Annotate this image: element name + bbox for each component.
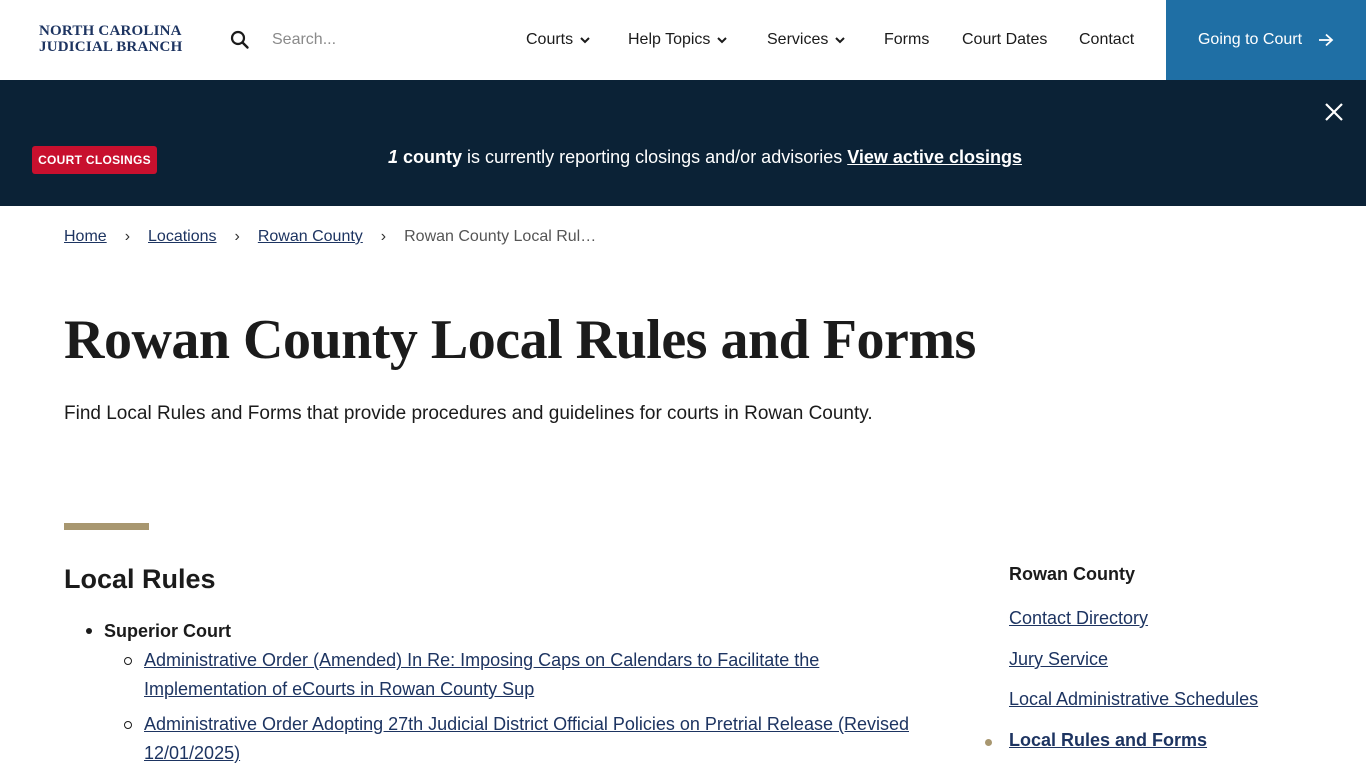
court-closings-banner [0,80,1366,206]
sidebar-item-jury-service[interactable]: Jury Service [1009,649,1108,670]
arrow-right-icon [1319,33,1334,47]
chevron-down-icon [717,37,728,44]
nav-contact-label: Contact [1079,31,1135,48]
section-divider [64,523,149,530]
alert-message-text: is currently reporting closings and/or a… [462,147,848,167]
going-to-court-button[interactable]: Going to Court [1166,0,1366,80]
breadcrumb-county[interactable]: Rowan County [258,228,363,246]
rule-document-link[interactable]: Administrative Order (Amended) In Re: Im… [144,650,819,699]
breadcrumb-home[interactable]: Home [64,228,107,246]
breadcrumb-separator-icon: › [124,228,131,245]
page-title: Rowan County Local Rules and Forms [64,309,976,371]
page-intro: Find Local Rules and Forms that provide … [64,403,873,424]
list-item: Administrative Order (Amended) In Re: Im… [124,646,914,704]
logo-line-1: NORTH CAROLINA [39,23,182,39]
breadcrumb-separator-icon: › [234,228,240,245]
sidebar-title: Rowan County [1009,564,1135,584]
nav-contact[interactable]: Contact [1079,28,1134,52]
site-logo[interactable]: NORTH CAROLINA JUDICIAL BRANCH [39,23,189,55]
sidebar-item-local-rules-and-forms[interactable]: Local Rules and Forms [1009,730,1207,751]
search-icon[interactable] [230,30,250,50]
list-item-group: Superior Court [64,618,914,644]
site-header: NORTH CAROLINA JUDICIAL BRANCH Courts He… [0,0,1366,80]
close-icon[interactable] [1322,100,1346,124]
alert-count: 1 [388,147,399,167]
nav-services-label: Services [767,31,829,48]
nav-forms-label: Forms [884,31,930,48]
view-active-closings-link[interactable]: View active closings [847,147,1022,167]
alert-count-unit: county [403,147,463,167]
nav-courts-label: Courts [526,31,574,48]
logo-line-2: JUDICIAL BRANCH [39,39,183,55]
group-label-superior-court: Superior Court [104,621,232,641]
active-indicator-icon [985,739,992,746]
chevron-down-icon [835,37,846,44]
section-title-local-rules: Local Rules [64,564,216,594]
list-item: Administrative Order Adopting 27th Judic… [124,710,914,768]
breadcrumb-current: Rowan County Local Rul… [404,228,597,245]
local-rules-list: Superior Court Administrative Order (Ame… [64,618,914,768]
sub-list: Administrative Order (Amended) In Re: Im… [124,646,914,768]
chevron-down-icon [580,37,590,44]
nav-court-dates-label: Court Dates [962,31,1048,48]
going-to-court-label: Going to Court [1197,31,1303,48]
breadcrumb-locations[interactable]: Locations [148,228,217,246]
nav-court-dates[interactable]: Court Dates [962,28,1047,52]
nav-forms[interactable]: Forms [884,28,929,52]
sidebar-item-contact-directory[interactable]: Contact Directory [1009,608,1148,629]
sidebar-item-local-administrative-schedules[interactable]: Local Administrative Schedules [1009,689,1258,710]
search-input[interactable] [262,26,462,54]
breadcrumb-separator-icon: › [380,228,387,245]
nav-help-topics-label: Help Topics [628,31,711,48]
rule-document-link[interactable]: Administrative Order Adopting 27th Judic… [144,714,909,763]
alert-message: 1 county is currently reporting closings… [0,147,1366,168]
breadcrumb: Home › Locations › Rowan County › Rowan … [64,228,596,246]
nav-courts[interactable]: Courts [526,28,591,52]
nav-services[interactable]: Services [767,28,846,52]
nav-help-topics[interactable]: Help Topics [628,28,728,52]
